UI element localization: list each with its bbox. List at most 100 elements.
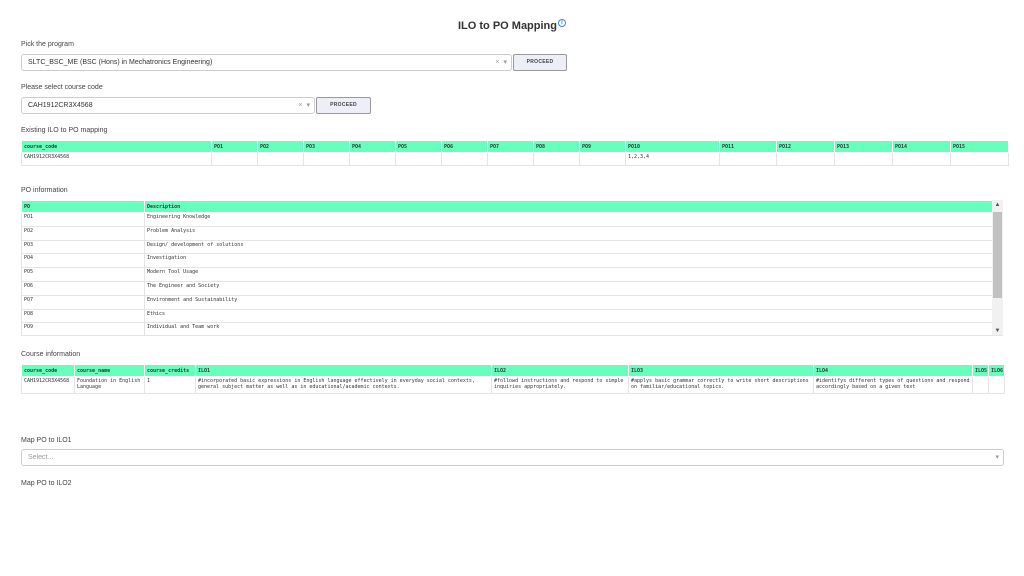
table-cell: [988, 376, 1005, 394]
table-row: PO4 Investigation: [21, 253, 993, 269]
table-cell: [892, 152, 951, 166]
column-header: PO11: [719, 140, 777, 153]
column-header: PO15: [950, 140, 1009, 153]
column-header: PO14: [892, 140, 951, 153]
table-cell: [972, 376, 989, 394]
chevron-down-icon[interactable]: ▾: [995, 454, 999, 461]
column-header: PO: [21, 200, 145, 213]
table-cell: PO8: [21, 308, 145, 324]
program-proceed-button[interactable]: PROCEED: [513, 54, 567, 71]
column-header: PO1: [211, 140, 258, 153]
table-cell: Modern Tool Usage: [144, 267, 993, 282]
program-select[interactable]: SLTC_BSC_ME (BSC (Hons) in Mechatronics …: [21, 54, 512, 71]
table-header-row: course_code course_name course_credits I…: [21, 364, 1005, 377]
table-cell: Problem Analysis: [144, 225, 993, 241]
column-header: PO10: [625, 140, 720, 153]
table-row: CAH1912CR3X4568 1,2,3,4: [21, 152, 1009, 166]
column-header: course_code: [21, 364, 75, 377]
column-header: Description: [144, 200, 993, 213]
table-cell: Foundation in English Language: [74, 376, 145, 394]
course-proceed-button[interactable]: PROCEED: [316, 97, 371, 114]
column-header: PO9: [579, 140, 626, 153]
column-header: ILO3: [628, 364, 814, 377]
program-label: Pick the program: [21, 41, 74, 48]
column-header: ILO5: [972, 364, 989, 377]
table-cell: [211, 152, 258, 166]
table-cell: #identifys different types of questions …: [813, 376, 973, 394]
column-header: PO6: [441, 140, 488, 153]
scrollbar-thumb[interactable]: [993, 212, 1002, 298]
chevron-down-icon[interactable]: ▾: [306, 102, 310, 109]
info-icon[interactable]: i: [558, 19, 566, 27]
existing-mapping-label: Existing ILO to PO mapping: [21, 127, 108, 134]
column-header: ILO4: [813, 364, 973, 377]
table-cell: PO6: [21, 280, 145, 296]
map-ilo2-label: Map PO to ILO2: [21, 480, 72, 487]
table-cell: [349, 152, 396, 166]
column-header: PO3: [303, 140, 350, 153]
map-ilo1-select[interactable]: Select... ▾: [21, 449, 1004, 466]
scroll-up-icon[interactable]: ▲: [992, 200, 1003, 210]
column-header: ILO2: [491, 364, 629, 377]
column-header: ILO6: [988, 364, 1005, 377]
table-cell: 1,2,3,4: [625, 152, 720, 166]
program-select-value: SLTC_BSC_ME (BSC (Hons) in Mechatronics …: [28, 59, 213, 66]
course-label: Please select course code: [21, 84, 103, 91]
column-header: course_credits: [144, 364, 196, 377]
table-cell: PO9: [21, 322, 145, 335]
chevron-down-icon[interactable]: ▾: [503, 59, 507, 66]
table-cell: PO1: [21, 212, 145, 227]
po-information-label: PO information: [21, 187, 68, 194]
table-row: PO6 The Engineer and Society: [21, 280, 993, 296]
existing-mapping-table: course_code PO1 PO2 PO3 PO4 PO5 PO6 PO7 …: [21, 140, 1009, 166]
table-row: PO9 Individual and Team work: [21, 322, 993, 335]
table-cell: [533, 152, 580, 166]
table-cell: [257, 152, 304, 166]
table-cell: [303, 152, 350, 166]
page-title: ILO to PO Mapping i: [0, 19, 1024, 32]
column-header: PO2: [257, 140, 304, 153]
table-cell: Engineering Knowledge: [144, 212, 993, 227]
clear-icon[interactable]: ×: [495, 59, 499, 66]
table-cell: PO2: [21, 225, 145, 241]
table-cell: Ethics: [144, 308, 993, 324]
table-row: PO8 Ethics: [21, 308, 993, 324]
column-header: course_name: [74, 364, 145, 377]
table-row: PO3 Design/ development of solutions: [21, 239, 993, 255]
table-row: PO2 Problem Analysis: [21, 225, 993, 241]
table-cell: PO3: [21, 239, 145, 255]
table-cell: [579, 152, 626, 166]
table-cell: PO5: [21, 267, 145, 282]
column-header: course_code: [21, 140, 212, 153]
po-information-table: PO Description PO1 Engineering Knowledge …: [21, 200, 993, 335]
table-row: PO5 Modern Tool Usage: [21, 267, 993, 282]
po-information-panel[interactable]: PO Description PO1 Engineering Knowledge …: [21, 200, 1003, 336]
table-cell: [719, 152, 777, 166]
course-select[interactable]: CAH1912CR3X4568 × ▾: [21, 97, 315, 114]
column-header: PO7: [487, 140, 534, 153]
clear-icon[interactable]: ×: [298, 102, 302, 109]
table-cell: PO7: [21, 294, 145, 310]
column-header: PO5: [395, 140, 442, 153]
table-cell: Design/ development of solutions: [144, 239, 993, 255]
vertical-scrollbar[interactable]: ▲ ▼: [992, 200, 1003, 335]
table-cell: #incorporated basic expressions in Engli…: [195, 376, 492, 394]
table-cell: Environment and Sustainability: [144, 294, 993, 310]
table-cell: #followd instructions and respond to sim…: [491, 376, 629, 394]
table-cell: The Engineer and Society: [144, 280, 993, 296]
table-cell: PO4: [21, 253, 145, 269]
table-cell: Investigation: [144, 253, 993, 269]
table-cell: 1: [144, 376, 196, 394]
course-information-label: Course information: [21, 351, 81, 358]
table-row: PO7 Environment and Sustainability: [21, 294, 993, 310]
table-cell: #applys basic grammar correctly to write…: [628, 376, 814, 394]
table-cell: [441, 152, 488, 166]
map-ilo1-label: Map PO to ILO1: [21, 437, 72, 444]
column-header: PO4: [349, 140, 396, 153]
table-cell: CAH1912CR3X4568: [21, 376, 75, 394]
column-header: PO8: [533, 140, 580, 153]
table-cell: [776, 152, 835, 166]
table-header-row: PO Description: [21, 200, 993, 213]
scroll-down-icon[interactable]: ▼: [992, 326, 1003, 335]
column-header: PO12: [776, 140, 835, 153]
